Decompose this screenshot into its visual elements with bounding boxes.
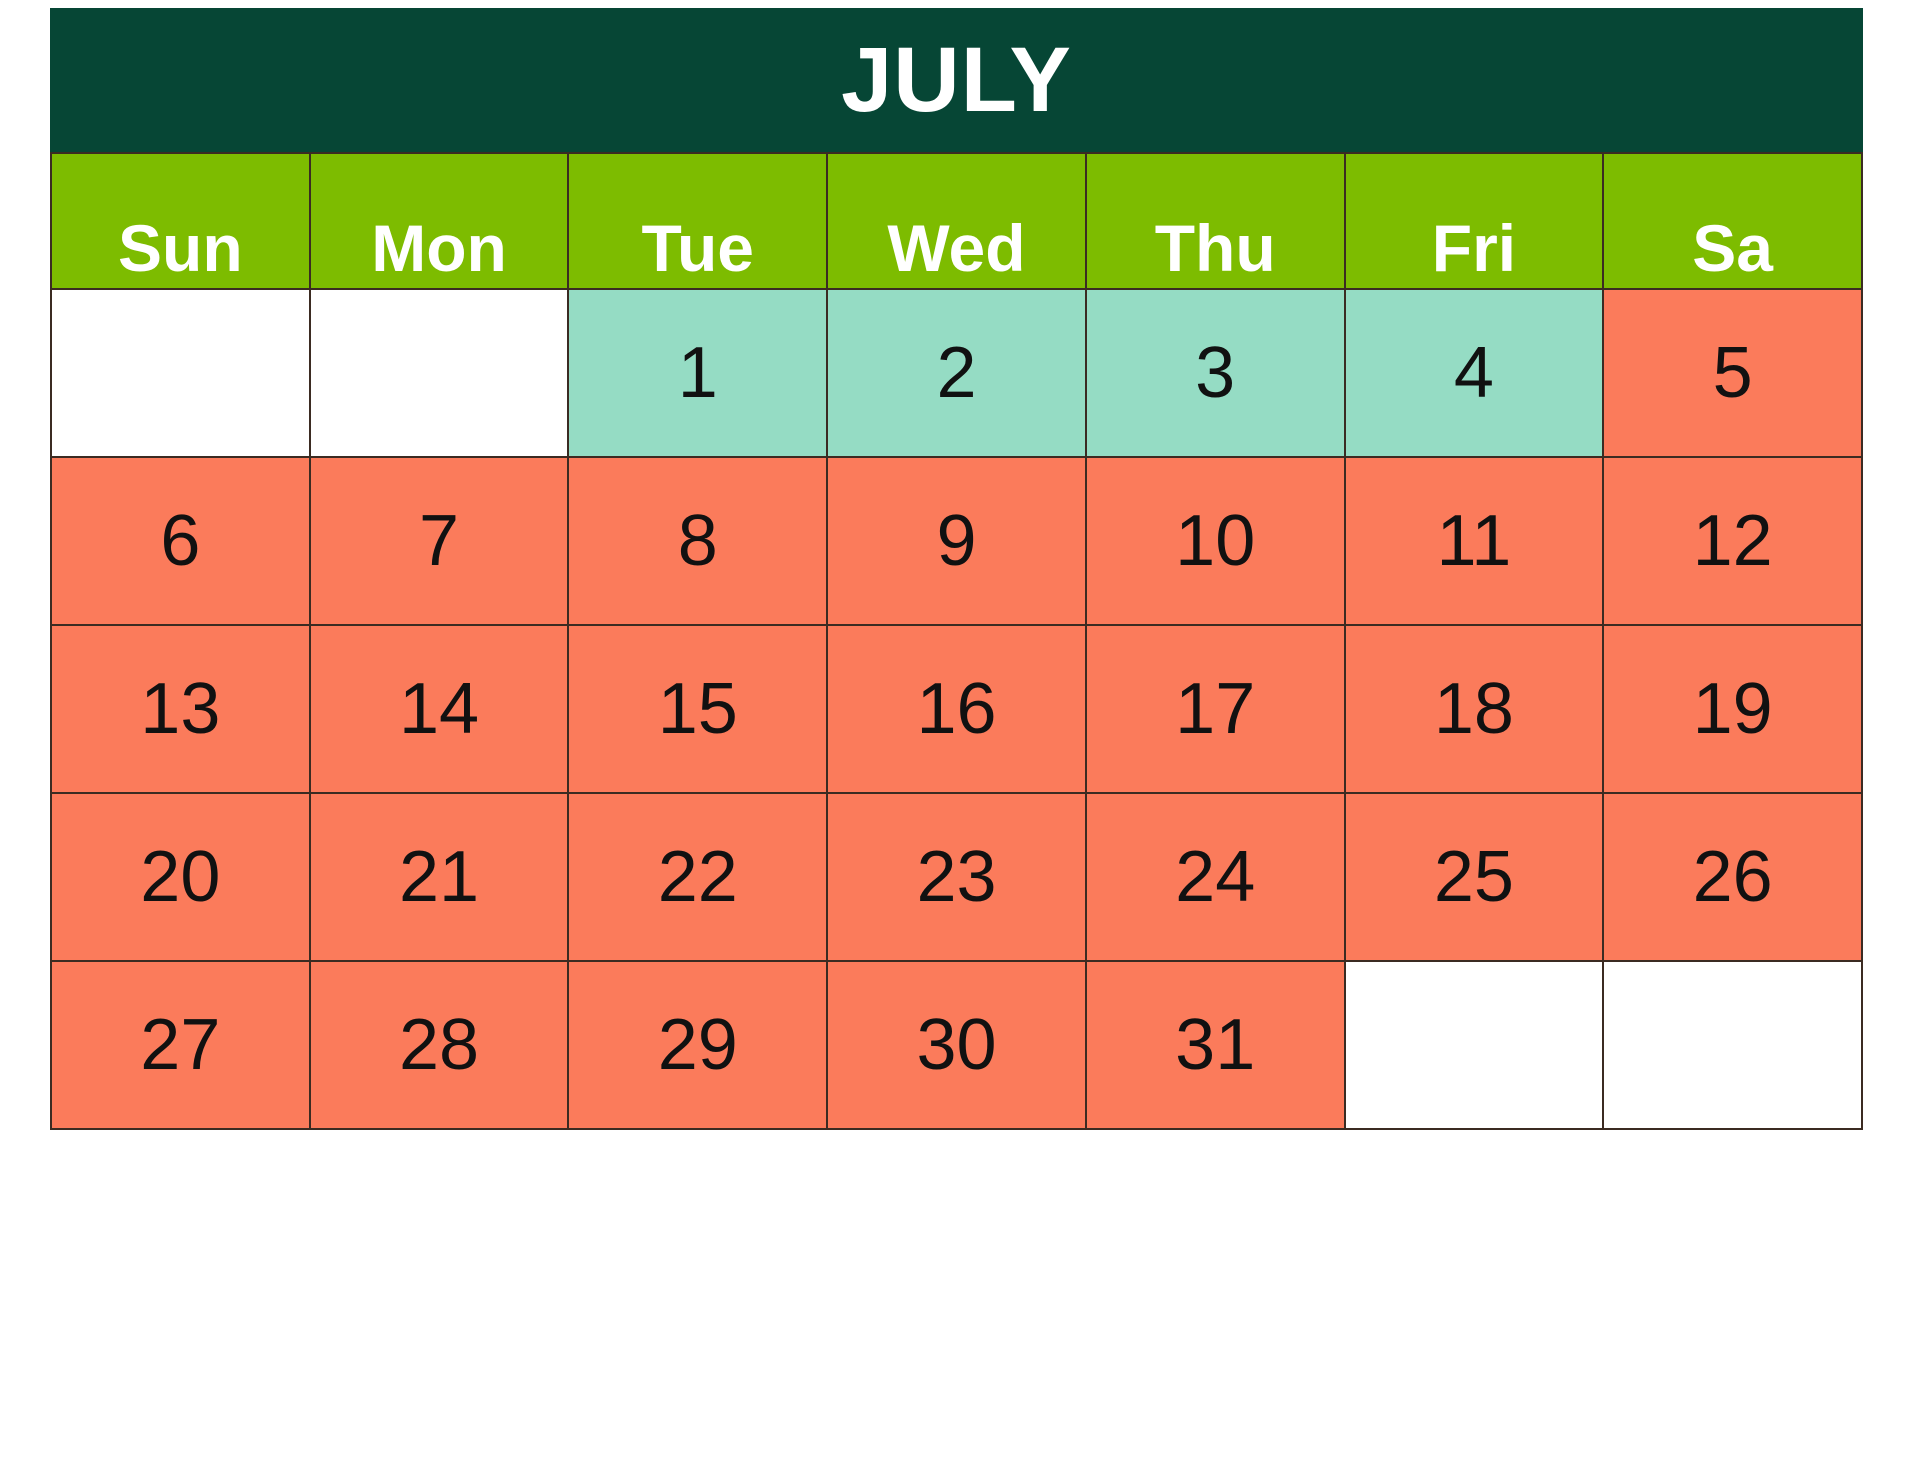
calendar-day-cell[interactable]: 11 bbox=[1345, 458, 1605, 626]
calendar-day-cell[interactable]: 15 bbox=[569, 626, 829, 794]
calendar-day-cell[interactable]: 5 bbox=[1604, 290, 1863, 458]
calendar-day-cell[interactable]: 7 bbox=[310, 458, 570, 626]
calendar-day-cell[interactable]: 30 bbox=[828, 962, 1087, 1130]
calendar-day-cell[interactable]: 9 bbox=[828, 458, 1087, 626]
calendar-day-number: 10 bbox=[1175, 501, 1256, 581]
calendar-day-cell[interactable]: 19 bbox=[1604, 626, 1863, 794]
calendar-day-number: 25 bbox=[1433, 837, 1514, 917]
calendar-empty-cell bbox=[1604, 962, 1863, 1130]
calendar-day-number: 20 bbox=[140, 837, 221, 917]
calendar-day-number: 3 bbox=[1195, 333, 1236, 413]
day-of-week-header: Fri bbox=[1345, 154, 1605, 290]
calendar: JULY Sun Mon Tue Wed Thu Fri Sa 1 2 3 4 5 6 7 8 9 10 11 12… bbox=[50, 8, 1863, 1137]
calendar-day-cell[interactable]: 4 bbox=[1345, 290, 1605, 458]
calendar-day-cell[interactable]: 21 bbox=[310, 794, 570, 962]
calendar-day-cell[interactable]: 20 bbox=[52, 794, 311, 962]
calendar-day-number: 26 bbox=[1692, 837, 1773, 917]
calendar-day-cell[interactable]: 26 bbox=[1604, 794, 1863, 962]
calendar-day-number: 7 bbox=[419, 501, 460, 581]
calendar-day-number: 29 bbox=[657, 1005, 738, 1085]
calendar-day-cell[interactable]: 17 bbox=[1086, 626, 1346, 794]
calendar-day-cell[interactable]: 3 bbox=[1086, 290, 1346, 458]
calendar-day-number: 24 bbox=[1175, 837, 1256, 917]
calendar-day-cell[interactable]: 1 bbox=[569, 290, 829, 458]
calendar-day-number: 6 bbox=[160, 501, 201, 581]
calendar-day-number: 14 bbox=[399, 669, 480, 749]
calendar-day-number: 11 bbox=[1436, 501, 1512, 581]
calendar-day-cell[interactable]: 13 bbox=[52, 626, 311, 794]
calendar-day-cell[interactable]: 22 bbox=[569, 794, 829, 962]
calendar-day-number: 16 bbox=[916, 669, 997, 749]
calendar-day-cell[interactable]: 6 bbox=[52, 458, 311, 626]
calendar-day-number: 18 bbox=[1433, 669, 1514, 749]
calendar-day-number: 5 bbox=[1712, 333, 1753, 413]
calendar-day-cell[interactable]: 14 bbox=[310, 626, 570, 794]
calendar-day-number: 15 bbox=[657, 669, 738, 749]
calendar-day-number: 19 bbox=[1692, 669, 1773, 749]
calendar-day-number: 27 bbox=[140, 1005, 221, 1085]
calendar-day-cell[interactable]: 31 bbox=[1086, 962, 1346, 1130]
calendar-day-cell[interactable]: 23 bbox=[828, 794, 1087, 962]
calendar-day-cell[interactable]: 25 bbox=[1345, 794, 1605, 962]
calendar-day-number: 12 bbox=[1692, 501, 1773, 581]
calendar-day-cell[interactable]: 28 bbox=[310, 962, 570, 1130]
day-of-week-label: Wed bbox=[887, 211, 1026, 286]
calendar-day-cell[interactable]: 12 bbox=[1604, 458, 1863, 626]
day-of-week-label: Fri bbox=[1431, 211, 1517, 286]
calendar-empty-cell bbox=[1345, 962, 1605, 1130]
calendar-empty-cell bbox=[310, 290, 570, 458]
day-of-week-header: Sa bbox=[1604, 154, 1863, 290]
calendar-title-bar: JULY bbox=[50, 8, 1863, 152]
calendar-day-cell[interactable]: 2 bbox=[828, 290, 1087, 458]
day-of-week-header: Wed bbox=[828, 154, 1087, 290]
day-of-week-label: Sun bbox=[118, 211, 243, 286]
calendar-day-number: 23 bbox=[916, 837, 997, 917]
calendar-day-cell[interactable]: 16 bbox=[828, 626, 1087, 794]
month-title: JULY bbox=[841, 29, 1072, 131]
calendar-day-number: 28 bbox=[399, 1005, 480, 1085]
day-of-week-header: Thu bbox=[1086, 154, 1346, 290]
day-of-week-label: Sa bbox=[1692, 211, 1773, 286]
calendar-day-number: 17 bbox=[1175, 669, 1256, 749]
calendar-day-number: 2 bbox=[936, 333, 977, 413]
day-of-week-label: Thu bbox=[1154, 211, 1276, 286]
calendar-day-cell[interactable]: 10 bbox=[1086, 458, 1346, 626]
calendar-grid: Sun Mon Tue Wed Thu Fri Sa 1 2 3 4 5 6 7 8 9 10 11 12 13 14 1… bbox=[50, 152, 1863, 1130]
calendar-day-cell[interactable]: 8 bbox=[569, 458, 829, 626]
calendar-day-cell[interactable]: 18 bbox=[1345, 626, 1605, 794]
day-of-week-label: Mon bbox=[371, 211, 507, 286]
calendar-day-number: 8 bbox=[677, 501, 718, 581]
calendar-day-number: 31 bbox=[1175, 1005, 1256, 1085]
calendar-day-number: 22 bbox=[657, 837, 738, 917]
calendar-day-number: 4 bbox=[1453, 333, 1494, 413]
calendar-day-number: 21 bbox=[399, 837, 480, 917]
calendar-day-number: 9 bbox=[936, 501, 977, 581]
calendar-day-number: 30 bbox=[916, 1005, 997, 1085]
calendar-day-cell[interactable]: 29 bbox=[569, 962, 829, 1130]
calendar-day-cell[interactable]: 27 bbox=[52, 962, 311, 1130]
day-of-week-label: Tue bbox=[641, 211, 754, 286]
calendar-empty-cell bbox=[52, 290, 311, 458]
calendar-day-cell[interactable]: 24 bbox=[1086, 794, 1346, 962]
day-of-week-header: Tue bbox=[569, 154, 829, 290]
day-of-week-header: Sun bbox=[52, 154, 311, 290]
calendar-day-number: 13 bbox=[140, 669, 221, 749]
day-of-week-header: Mon bbox=[310, 154, 570, 290]
calendar-day-number: 1 bbox=[677, 333, 718, 413]
